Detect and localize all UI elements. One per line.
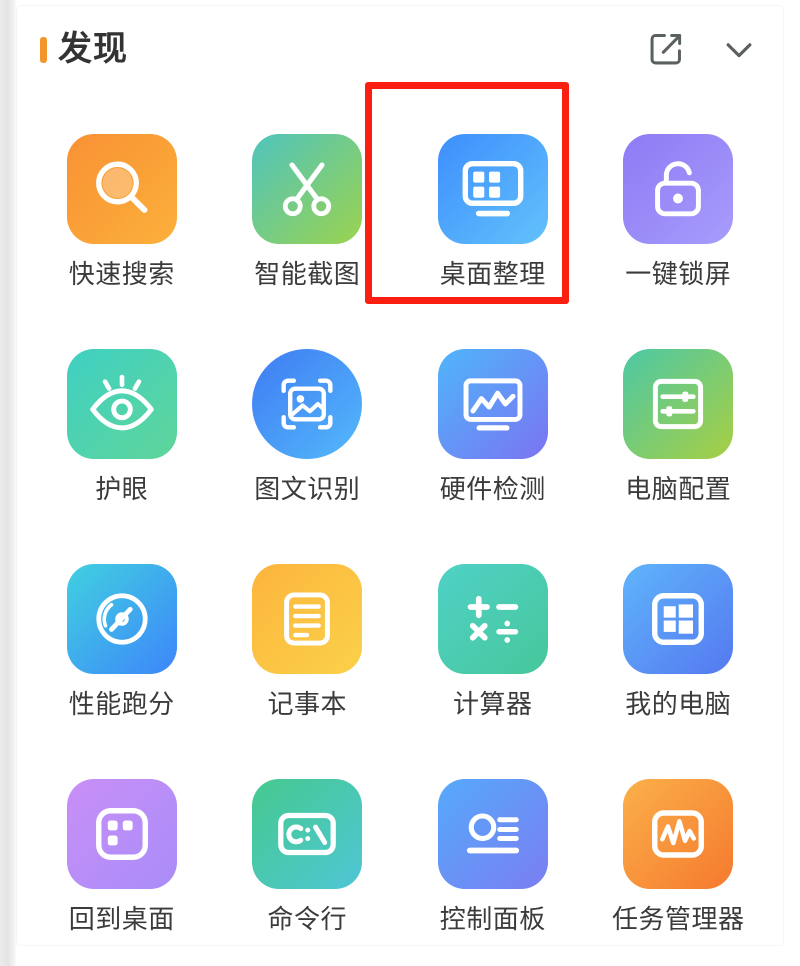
- app-tile-label: 任务管理器: [611, 904, 745, 934]
- gauge-icon[interactable]: [66, 564, 177, 674]
- app-tile[interactable]: 桌面整理: [400, 98, 586, 313]
- app-tile-label: 硬件检测: [439, 474, 546, 504]
- panel-header: 发现: [17, 6, 783, 92]
- app-tile[interactable]: 快速搜索: [29, 98, 215, 313]
- task-manager-icon[interactable]: [623, 779, 734, 889]
- magnifier-icon[interactable]: [66, 134, 177, 244]
- app-tile-label: 桌面整理: [439, 259, 546, 289]
- app-tile[interactable]: 一键锁屏: [586, 98, 772, 313]
- lock-icon[interactable]: [623, 134, 734, 244]
- calculator-icon[interactable]: [437, 564, 548, 674]
- discover-panel-root: 发现 快速搜索 智能截图 桌面整理 一键锁屏护眼 图文识别 硬件检测 电脑配置性能跑分: [0, 0, 800, 966]
- app-tile[interactable]: 回到桌面: [29, 743, 215, 945]
- header-actions: [647, 29, 759, 69]
- app-tile-label: 计算器: [452, 689, 533, 719]
- sliders-icon[interactable]: [623, 349, 734, 459]
- image-scan-icon[interactable]: [252, 349, 363, 459]
- app-tile[interactable]: 性能跑分: [29, 528, 215, 743]
- app-grid: 快速搜索 智能截图 桌面整理 一键锁屏护眼 图文识别 硬件检测 电脑配置性能跑分 记事本 计算器…: [17, 98, 783, 945]
- notepad-icon[interactable]: [252, 564, 363, 674]
- windows-logo-icon[interactable]: [623, 564, 734, 674]
- control-panel-icon[interactable]: [437, 779, 548, 889]
- app-tile-label: 一键锁屏: [625, 259, 732, 289]
- app-tile-label: 性能跑分: [68, 689, 175, 719]
- app-tile[interactable]: 电脑配置: [586, 313, 772, 528]
- eye-icon[interactable]: [66, 349, 177, 459]
- app-tile[interactable]: 命令行: [215, 743, 401, 945]
- app-tile[interactable]: 计算器: [400, 528, 586, 743]
- app-tile[interactable]: 任务管理器: [586, 743, 772, 945]
- app-tile-label: 快速搜索: [68, 259, 175, 289]
- discover-panel: 发现 快速搜索 智能截图 桌面整理 一键锁屏护眼 图文识别 硬件检测 电脑配置性能跑分: [17, 6, 783, 945]
- app-tile[interactable]: 护眼: [29, 313, 215, 528]
- app-tile[interactable]: 记事本: [215, 528, 401, 743]
- chevron-down-icon[interactable]: [719, 29, 759, 69]
- app-tile-label: 我的电脑: [625, 689, 732, 719]
- app-tile-label: 电脑配置: [625, 474, 732, 504]
- page-title: 发现: [58, 30, 128, 68]
- app-tile-label: 控制面板: [439, 904, 546, 934]
- app-tile[interactable]: 图文识别: [215, 313, 401, 528]
- app-tile[interactable]: 硬件检测: [400, 313, 586, 528]
- monitor-wave-icon[interactable]: [437, 349, 548, 459]
- desktop-organize-icon[interactable]: [437, 134, 548, 244]
- panel-title-group: 发现: [40, 32, 128, 66]
- scissors-icon[interactable]: [252, 134, 363, 244]
- title-accent-bar: [40, 37, 47, 63]
- terminal-icon[interactable]: [252, 779, 363, 889]
- app-tile-label: 护眼: [95, 474, 149, 504]
- show-desktop-icon[interactable]: [66, 779, 177, 889]
- app-tile[interactable]: 我的电脑: [586, 528, 772, 743]
- app-tile[interactable]: 智能截图: [215, 98, 401, 313]
- app-tile-label: 智能截图: [254, 259, 361, 289]
- app-tile-label: 回到桌面: [68, 904, 175, 934]
- app-tile-label: 图文识别: [254, 474, 361, 504]
- app-tile-label: 记事本: [267, 689, 347, 719]
- app-tile[interactable]: 控制面板: [400, 743, 586, 945]
- compose-edit-icon[interactable]: [647, 30, 685, 68]
- app-tile-label: 命令行: [267, 904, 347, 934]
